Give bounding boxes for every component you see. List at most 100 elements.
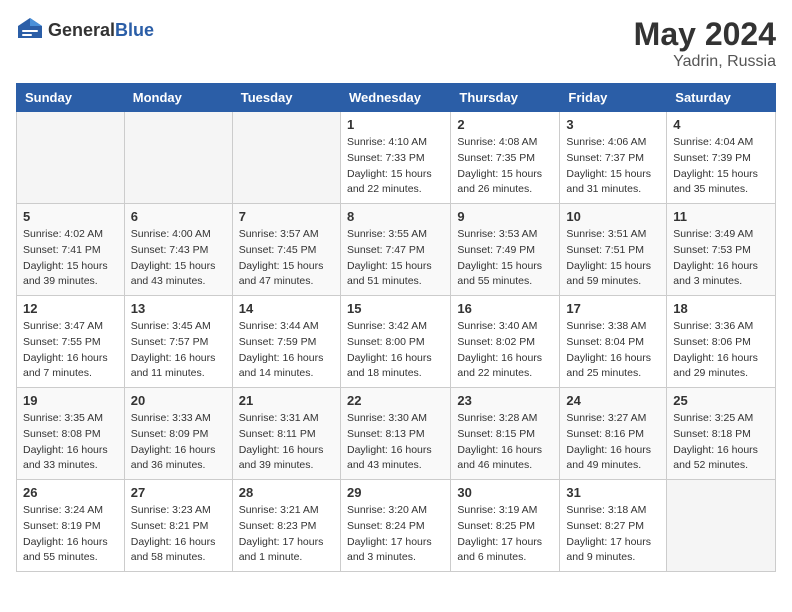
calendar-cell: 7 Sunrise: 3:57 AM Sunset: 7:45 PM Daylig… [232, 204, 340, 296]
day-number: 29 [347, 485, 444, 500]
day-number: 30 [457, 485, 553, 500]
day-number: 10 [566, 209, 660, 224]
calendar-cell: 31Sunrise: 3:18 AM Sunset: 8:27 PM Dayli… [560, 480, 667, 572]
header-wednesday: Wednesday [340, 84, 450, 112]
calendar-cell: 13Sunrise: 3:45 AM Sunset: 7:57 PM Dayli… [124, 296, 232, 388]
day-info: Sunrise: 3:21 AM Sunset: 8:23 PM Dayligh… [239, 503, 334, 566]
day-number: 5 [23, 209, 118, 224]
calendar-cell: 21 Sunrise: 3:31 AM Sunset: 8:11 PM Dayli… [232, 388, 340, 480]
header-monday: Monday [124, 84, 232, 112]
calendar-week-5: 26Sunrise: 3:24 AM Sunset: 8:19 PM Dayli… [17, 480, 776, 572]
header-saturday: Saturday [667, 84, 776, 112]
header-sunday: Sunday [17, 84, 125, 112]
calendar-cell: 28 Sunrise: 3:21 AM Sunset: 8:23 PM Dayli… [232, 480, 340, 572]
day-info: Sunrise: 3:18 AM Sunset: 8:27 PM Dayligh… [566, 503, 660, 566]
day-number: 2 [457, 117, 553, 132]
day-number: 7 [239, 209, 334, 224]
day-info: Sunrise: 3:49 AM Sunset: 7:53 PM Dayligh… [673, 227, 769, 290]
day-number: 11 [673, 209, 769, 224]
day-number: 9 [457, 209, 553, 224]
day-info: Sunrise: 4:04 AM Sunset: 7:39 PM Dayligh… [673, 135, 769, 198]
day-info: Sunrise: 4:00 AM Sunset: 7:43 PM Dayligh… [131, 227, 226, 290]
calendar-cell: 3 Sunrise: 4:06 AM Sunset: 7:37 PM Daylig… [560, 112, 667, 204]
day-number: 3 [566, 117, 660, 132]
day-info: Sunrise: 3:40 AM Sunset: 8:02 PM Dayligh… [457, 319, 553, 382]
day-number: 25 [673, 393, 769, 408]
calendar-header-row: SundayMondayTuesdayWednesdayThursdayFrid… [17, 84, 776, 112]
day-number: 14 [239, 301, 334, 316]
day-info: Sunrise: 3:25 AM Sunset: 8:18 PM Dayligh… [673, 411, 769, 474]
day-number: 21 [239, 393, 334, 408]
calendar-cell: 24Sunrise: 3:27 AM Sunset: 8:16 PM Dayli… [560, 388, 667, 480]
day-info: Sunrise: 3:31 AM Sunset: 8:11 PM Dayligh… [239, 411, 334, 474]
day-number: 6 [131, 209, 226, 224]
calendar-cell: 14 Sunrise: 3:44 AM Sunset: 7:59 PM Dayli… [232, 296, 340, 388]
calendar-cell: 6 Sunrise: 4:00 AM Sunset: 7:43 PM Daylig… [124, 204, 232, 296]
day-info: Sunrise: 3:45 AM Sunset: 7:57 PM Dayligh… [131, 319, 226, 382]
day-number: 27 [131, 485, 226, 500]
calendar-cell: 26Sunrise: 3:24 AM Sunset: 8:19 PM Dayli… [17, 480, 125, 572]
day-number: 12 [23, 301, 118, 316]
day-number: 4 [673, 117, 769, 132]
calendar-cell: 11 Sunrise: 3:49 AM Sunset: 7:53 PM Dayli… [667, 204, 776, 296]
calendar-cell: 29 Sunrise: 3:20 AM Sunset: 8:24 PM Dayli… [340, 480, 450, 572]
day-info: Sunrise: 3:55 AM Sunset: 7:47 PM Dayligh… [347, 227, 444, 290]
calendar-cell [124, 112, 232, 204]
day-number: 1 [347, 117, 444, 132]
title-block: May 2024 Yadrin, Russia [634, 16, 776, 71]
logo: GeneralBlue [16, 16, 154, 44]
calendar-cell: 2 Sunrise: 4:08 AM Sunset: 7:35 PM Daylig… [451, 112, 560, 204]
calendar-cell: 12 Sunrise: 3:47 AM Sunset: 7:55 PM Dayli… [17, 296, 125, 388]
header-friday: Friday [560, 84, 667, 112]
day-info: Sunrise: 3:47 AM Sunset: 7:55 PM Dayligh… [23, 319, 118, 382]
day-info: Sunrise: 3:53 AM Sunset: 7:49 PM Dayligh… [457, 227, 553, 290]
calendar-cell: 10 Sunrise: 3:51 AM Sunset: 7:51 PM Dayli… [560, 204, 667, 296]
calendar-cell: 27Sunrise: 3:23 AM Sunset: 8:21 PM Dayli… [124, 480, 232, 572]
calendar-week-4: 19 Sunrise: 3:35 AM Sunset: 8:08 PM Dayli… [17, 388, 776, 480]
calendar-location: Yadrin, Russia [634, 53, 776, 71]
calendar-title: May 2024 [634, 16, 776, 53]
calendar-cell [232, 112, 340, 204]
day-info: Sunrise: 3:19 AM Sunset: 8:25 PM Dayligh… [457, 503, 553, 566]
calendar-cell: 5Sunrise: 4:02 AM Sunset: 7:41 PM Daylig… [17, 204, 125, 296]
header-tuesday: Tuesday [232, 84, 340, 112]
day-info: Sunrise: 3:33 AM Sunset: 8:09 PM Dayligh… [131, 411, 226, 474]
day-info: Sunrise: 4:06 AM Sunset: 7:37 PM Dayligh… [566, 135, 660, 198]
calendar-week-1: 1Sunrise: 4:10 AM Sunset: 7:33 PM Daylig… [17, 112, 776, 204]
logo-blue: Blue [115, 20, 154, 40]
day-info: Sunrise: 3:24 AM Sunset: 8:19 PM Dayligh… [23, 503, 118, 566]
calendar-cell: 17 Sunrise: 3:38 AM Sunset: 8:04 PM Dayli… [560, 296, 667, 388]
day-number: 17 [566, 301, 660, 316]
day-number: 23 [457, 393, 553, 408]
day-number: 16 [457, 301, 553, 316]
calendar-cell: 23 Sunrise: 3:28 AM Sunset: 8:15 PM Dayli… [451, 388, 560, 480]
calendar-table: SundayMondayTuesdayWednesdayThursdayFrid… [16, 83, 776, 572]
day-info: Sunrise: 3:28 AM Sunset: 8:15 PM Dayligh… [457, 411, 553, 474]
day-info: Sunrise: 3:44 AM Sunset: 7:59 PM Dayligh… [239, 319, 334, 382]
day-info: Sunrise: 3:51 AM Sunset: 7:51 PM Dayligh… [566, 227, 660, 290]
day-info: Sunrise: 4:08 AM Sunset: 7:35 PM Dayligh… [457, 135, 553, 198]
day-number: 8 [347, 209, 444, 224]
day-number: 19 [23, 393, 118, 408]
calendar-cell: 9 Sunrise: 3:53 AM Sunset: 7:49 PM Daylig… [451, 204, 560, 296]
day-info: Sunrise: 3:20 AM Sunset: 8:24 PM Dayligh… [347, 503, 444, 566]
logo-icon [16, 16, 44, 44]
calendar-cell: 16 Sunrise: 3:40 AM Sunset: 8:02 PM Dayli… [451, 296, 560, 388]
day-number: 20 [131, 393, 226, 408]
calendar-cell: 1Sunrise: 4:10 AM Sunset: 7:33 PM Daylig… [340, 112, 450, 204]
day-number: 22 [347, 393, 444, 408]
day-info: Sunrise: 3:38 AM Sunset: 8:04 PM Dayligh… [566, 319, 660, 382]
day-number: 15 [347, 301, 444, 316]
day-info: Sunrise: 3:57 AM Sunset: 7:45 PM Dayligh… [239, 227, 334, 290]
header-thursday: Thursday [451, 84, 560, 112]
calendar-cell: 19 Sunrise: 3:35 AM Sunset: 8:08 PM Dayli… [17, 388, 125, 480]
calendar-cell: 20 Sunrise: 3:33 AM Sunset: 8:09 PM Dayli… [124, 388, 232, 480]
calendar-cell: 8 Sunrise: 3:55 AM Sunset: 7:47 PM Daylig… [340, 204, 450, 296]
calendar-cell: 30 Sunrise: 3:19 AM Sunset: 8:25 PM Dayli… [451, 480, 560, 572]
day-number: 28 [239, 485, 334, 500]
page-header: GeneralBlue May 2024 Yadrin, Russia [16, 16, 776, 71]
day-number: 18 [673, 301, 769, 316]
calendar-week-2: 5Sunrise: 4:02 AM Sunset: 7:41 PM Daylig… [17, 204, 776, 296]
day-info: Sunrise: 3:42 AM Sunset: 8:00 PM Dayligh… [347, 319, 444, 382]
day-info: Sunrise: 3:35 AM Sunset: 8:08 PM Dayligh… [23, 411, 118, 474]
